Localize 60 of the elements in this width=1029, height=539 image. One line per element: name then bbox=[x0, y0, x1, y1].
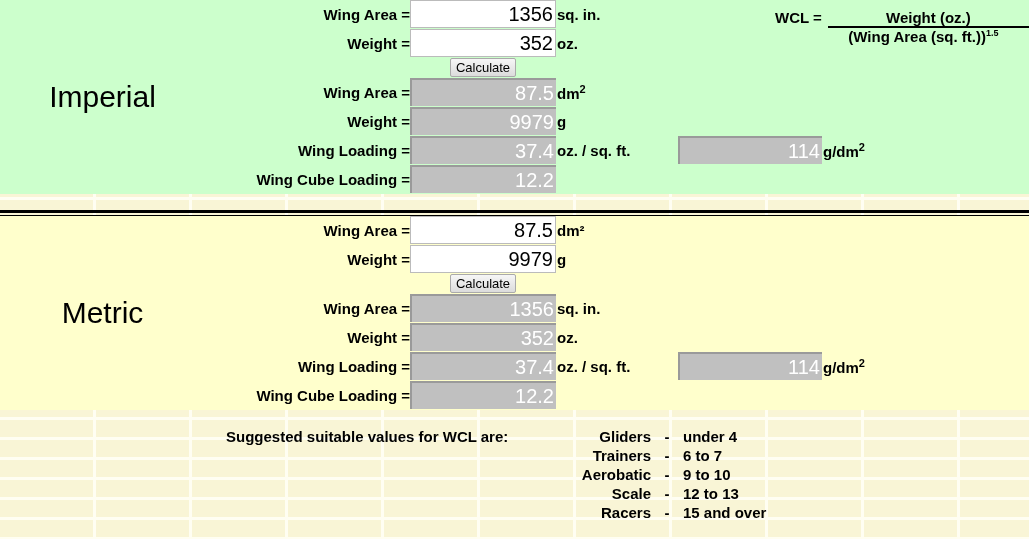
field-label: Wing Area = bbox=[323, 6, 410, 23]
wcl-range: 15 and over bbox=[683, 504, 768, 521]
formula-denominator: (Wing Area (sq. ft.))$^{1.5}$ bbox=[848, 28, 999, 45]
input-field[interactable]: 352 bbox=[410, 29, 556, 57]
result-field: 12.2 bbox=[410, 381, 556, 409]
result-field: 9979 bbox=[410, 107, 556, 135]
wcl-range: 9 to 10 bbox=[683, 466, 732, 483]
input-field[interactable]: 1356 bbox=[410, 0, 556, 28]
separator: - bbox=[664, 466, 670, 483]
result-field: 37.4 bbox=[410, 136, 556, 164]
unit-label: g bbox=[556, 251, 568, 268]
unit-label: g/dm$^{2}$ bbox=[822, 357, 866, 376]
section-title: Metric bbox=[61, 296, 144, 330]
field-label: Weight = bbox=[347, 113, 410, 130]
wcl-range: 6 to 7 bbox=[683, 447, 724, 464]
unit-label: sq. in. bbox=[556, 6, 602, 23]
field-label: Wing Area = bbox=[323, 222, 410, 239]
unit-label: oz. bbox=[556, 35, 579, 52]
separator: - bbox=[664, 447, 670, 464]
suggestions-heading: Suggested suitable values for WCL are: bbox=[225, 428, 509, 445]
wcl-range: 12 to 13 bbox=[683, 485, 740, 502]
unit-label: oz. / sq. ft. bbox=[556, 358, 632, 375]
calculate-button[interactable]: Calculate bbox=[449, 274, 517, 293]
result-field: 114 bbox=[678, 136, 822, 164]
separator: - bbox=[664, 485, 670, 502]
field-label: Wing Loading = bbox=[298, 142, 410, 159]
wcl-range: under 4 bbox=[683, 428, 739, 445]
input-field[interactable]: 87.5 bbox=[410, 216, 556, 244]
aircraft-type: Gliders bbox=[599, 428, 651, 445]
field-label: Wing Area = bbox=[323, 84, 410, 101]
separator: - bbox=[664, 428, 670, 445]
input-field[interactable]: 9979 bbox=[410, 245, 556, 273]
field-label: Weight = bbox=[347, 35, 410, 52]
section-title: Imperial bbox=[49, 80, 156, 114]
field-label: Wing Area = bbox=[323, 300, 410, 317]
aircraft-type: Racers bbox=[600, 504, 651, 521]
field-label: Weight = bbox=[347, 329, 410, 346]
aircraft-type: Aerobatic bbox=[581, 466, 651, 483]
unit-label: oz. / sq. ft. bbox=[556, 142, 632, 159]
calculate-button[interactable]: Calculate bbox=[449, 58, 517, 77]
field-label: Weight = bbox=[347, 251, 410, 268]
formula-numerator: Weight (oz.) bbox=[827, 9, 1029, 28]
result-field: 12.2 bbox=[410, 165, 556, 193]
unit-label: dm$^{2}$ bbox=[556, 83, 587, 102]
field-label: Wing Loading = bbox=[298, 358, 410, 375]
unit-label: dm² bbox=[556, 222, 586, 239]
unit-label: oz. bbox=[556, 329, 579, 346]
result-field: 37.4 bbox=[410, 352, 556, 380]
unit-label: g bbox=[556, 113, 568, 130]
result-field: 1356 bbox=[410, 294, 556, 322]
field-label: Wing Cube Loading = bbox=[256, 387, 410, 404]
unit-label: sq. in. bbox=[556, 300, 602, 317]
unit-label: g/dm$^{2}$ bbox=[822, 141, 866, 160]
result-field: 352 bbox=[410, 323, 556, 351]
aircraft-type: Trainers bbox=[592, 447, 651, 464]
aircraft-type: Scale bbox=[611, 485, 651, 502]
field-label: Wing Cube Loading = bbox=[256, 171, 410, 188]
result-field: 114 bbox=[678, 352, 822, 380]
formula-label: WCL = bbox=[775, 9, 822, 26]
separator: - bbox=[664, 504, 670, 521]
